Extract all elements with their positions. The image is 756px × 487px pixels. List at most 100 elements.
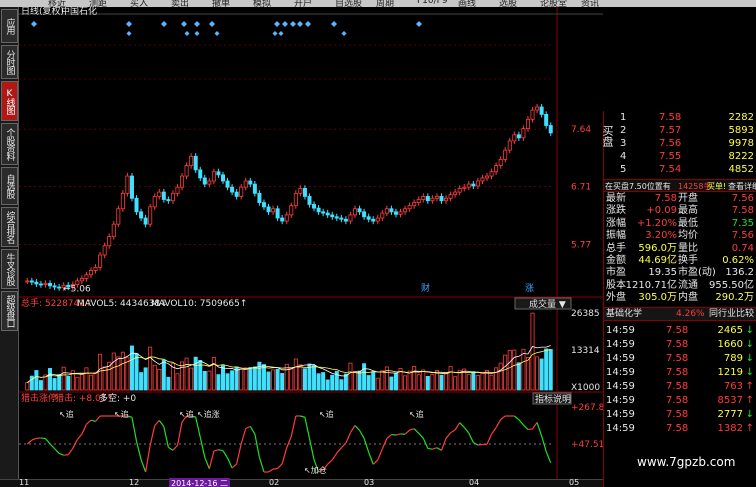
indicator-line (76, 433, 83, 440)
tick-row: 14:59 7.58 2465 ↓ (604, 324, 756, 337)
volume-axis-label: 13314 (571, 346, 600, 356)
volume-bar (271, 369, 276, 391)
indicator-line (381, 438, 388, 450)
indicator-line (58, 452, 64, 456)
candle (375, 214, 380, 225)
volume-bar (375, 377, 380, 391)
indicator-line (168, 446, 174, 451)
bid-row[interactable]: 5 7.54 4852 (604, 163, 756, 176)
left-tab[interactable]: 应用 (1, 9, 18, 43)
signal-diamond-icon (194, 21, 200, 27)
signal-diamond-icon (274, 21, 280, 27)
menu-item[interactable]: 自选股 (335, 0, 362, 7)
indicator-line (268, 468, 274, 473)
volume-bar (148, 346, 153, 391)
volume-bar (275, 368, 280, 391)
candle (284, 211, 289, 225)
indicator-line (72, 439, 78, 449)
volume-bar (421, 369, 426, 391)
indicator-line (527, 428, 533, 431)
indicator-line (245, 425, 251, 430)
left-tab[interactable]: 牛叉诊股 (1, 249, 18, 289)
indicator-signal-label: ↖追涨 (197, 409, 220, 419)
quote-label: 涨幅 (606, 217, 626, 229)
volume-bar (38, 380, 43, 391)
indicator-line (359, 430, 365, 439)
candle (425, 193, 430, 204)
candle (380, 209, 385, 222)
volume-bar (307, 363, 312, 391)
indicator-line (176, 421, 183, 446)
candle (416, 196, 421, 206)
arrow-down-icon: ↓ (745, 353, 754, 364)
indicator-line (545, 451, 552, 464)
tick-volume: 789 (723, 353, 743, 364)
volume-bar (52, 378, 57, 391)
bid-row[interactable]: 1 7.58 2282 (604, 111, 756, 124)
menu-item[interactable]: 论股堂 (540, 0, 567, 7)
left-tab[interactable]: K线图 (1, 81, 18, 121)
menu-item[interactable]: 选股 (499, 0, 517, 7)
left-tab[interactable]: 自选股 (1, 167, 18, 205)
bid-row[interactable]: 2 7.57 5893 (604, 124, 756, 137)
date-axis-label: 11 (19, 478, 30, 487)
left-tab[interactable]: 综合排名 (1, 207, 18, 247)
indicator-line (222, 450, 229, 459)
candle (79, 275, 84, 284)
indicator-line (304, 417, 311, 439)
industry-tab[interactable]: 基础化学 (606, 308, 642, 321)
candle (116, 205, 121, 228)
bid-volume: 4852 (728, 164, 754, 175)
volume-bar (448, 366, 453, 391)
menu-item[interactable]: 测距 (89, 0, 107, 7)
left-tab[interactable]: 超级盘口 (1, 291, 18, 331)
bid-row[interactable]: 4 7.55 8222 (604, 150, 756, 163)
menu-item[interactable]: 画线 (458, 0, 476, 7)
signal-diamond-icon (282, 21, 288, 27)
menu-item[interactable]: 撤单 (212, 0, 230, 7)
signal-diamond-icon (331, 21, 337, 27)
menu-item[interactable]: 买入 (130, 0, 148, 7)
quote-label: 涨跌 (606, 205, 626, 217)
left-tab[interactable]: 个股资料 (1, 123, 18, 165)
menu-item[interactable]: 资讯 (581, 0, 599, 7)
candle (407, 202, 412, 212)
volume-bar (539, 358, 544, 391)
bid-row[interactable]: 3 7.56 9978 (604, 137, 756, 150)
volume-bar (393, 372, 398, 391)
big-order-strip[interactable]: 在买盘7.50位置有14258手买单!查看详细 (604, 179, 756, 192)
menu-item[interactable]: 卖出 (171, 0, 189, 7)
indicator-signal-label: ↖追 (319, 409, 334, 419)
chart-area[interactable]: 日线(复权) 中国石化 7.64 6.71 5.77 ←5.06 财涨总手: 5228741… (19, 5, 605, 479)
signal-diamond-icon (416, 21, 422, 27)
menu-item[interactable]: 开户 (294, 0, 312, 7)
indicator-line (199, 437, 206, 458)
bid-price: 7.56 (659, 138, 682, 149)
menu-item[interactable]: 周期 (376, 0, 394, 7)
indicator-signal-label: ↖追 (59, 409, 74, 419)
kline-chart[interactable]: 日线(复权)中国石化7.646.715.77←5.06 财涨总手: 5228741… (19, 5, 605, 479)
bid-volume: 2282 (728, 112, 754, 123)
big-order-text[interactable]: 查看详细 (728, 180, 756, 193)
menu-item[interactable]: 移近 (48, 0, 66, 7)
peer-compare-tab[interactable]: 同行业比较 (709, 308, 754, 321)
candle (193, 153, 198, 173)
quote-label: 外盘 (606, 292, 626, 304)
tick-row: 14:59 7.58 2777 ↓ (604, 408, 756, 421)
menu-item[interactable]: F10/F9 (417, 0, 448, 6)
candle (143, 214, 148, 228)
candle (330, 211, 335, 220)
candle (439, 193, 444, 204)
volume-bar (330, 374, 335, 391)
volume-bar (439, 374, 444, 391)
menu-item[interactable]: 模拟 (253, 0, 271, 7)
quote-value: 305.0万 (638, 292, 677, 304)
candle (325, 209, 330, 218)
period-label: 日线(复权) (21, 7, 64, 17)
candle (484, 172, 489, 181)
industry-change: 4.26% (676, 309, 705, 319)
indicator-line (195, 416, 201, 438)
volume-bar (389, 376, 394, 391)
left-tab[interactable]: 分时图 (1, 45, 18, 79)
signal-diamond-icon (278, 31, 284, 36)
